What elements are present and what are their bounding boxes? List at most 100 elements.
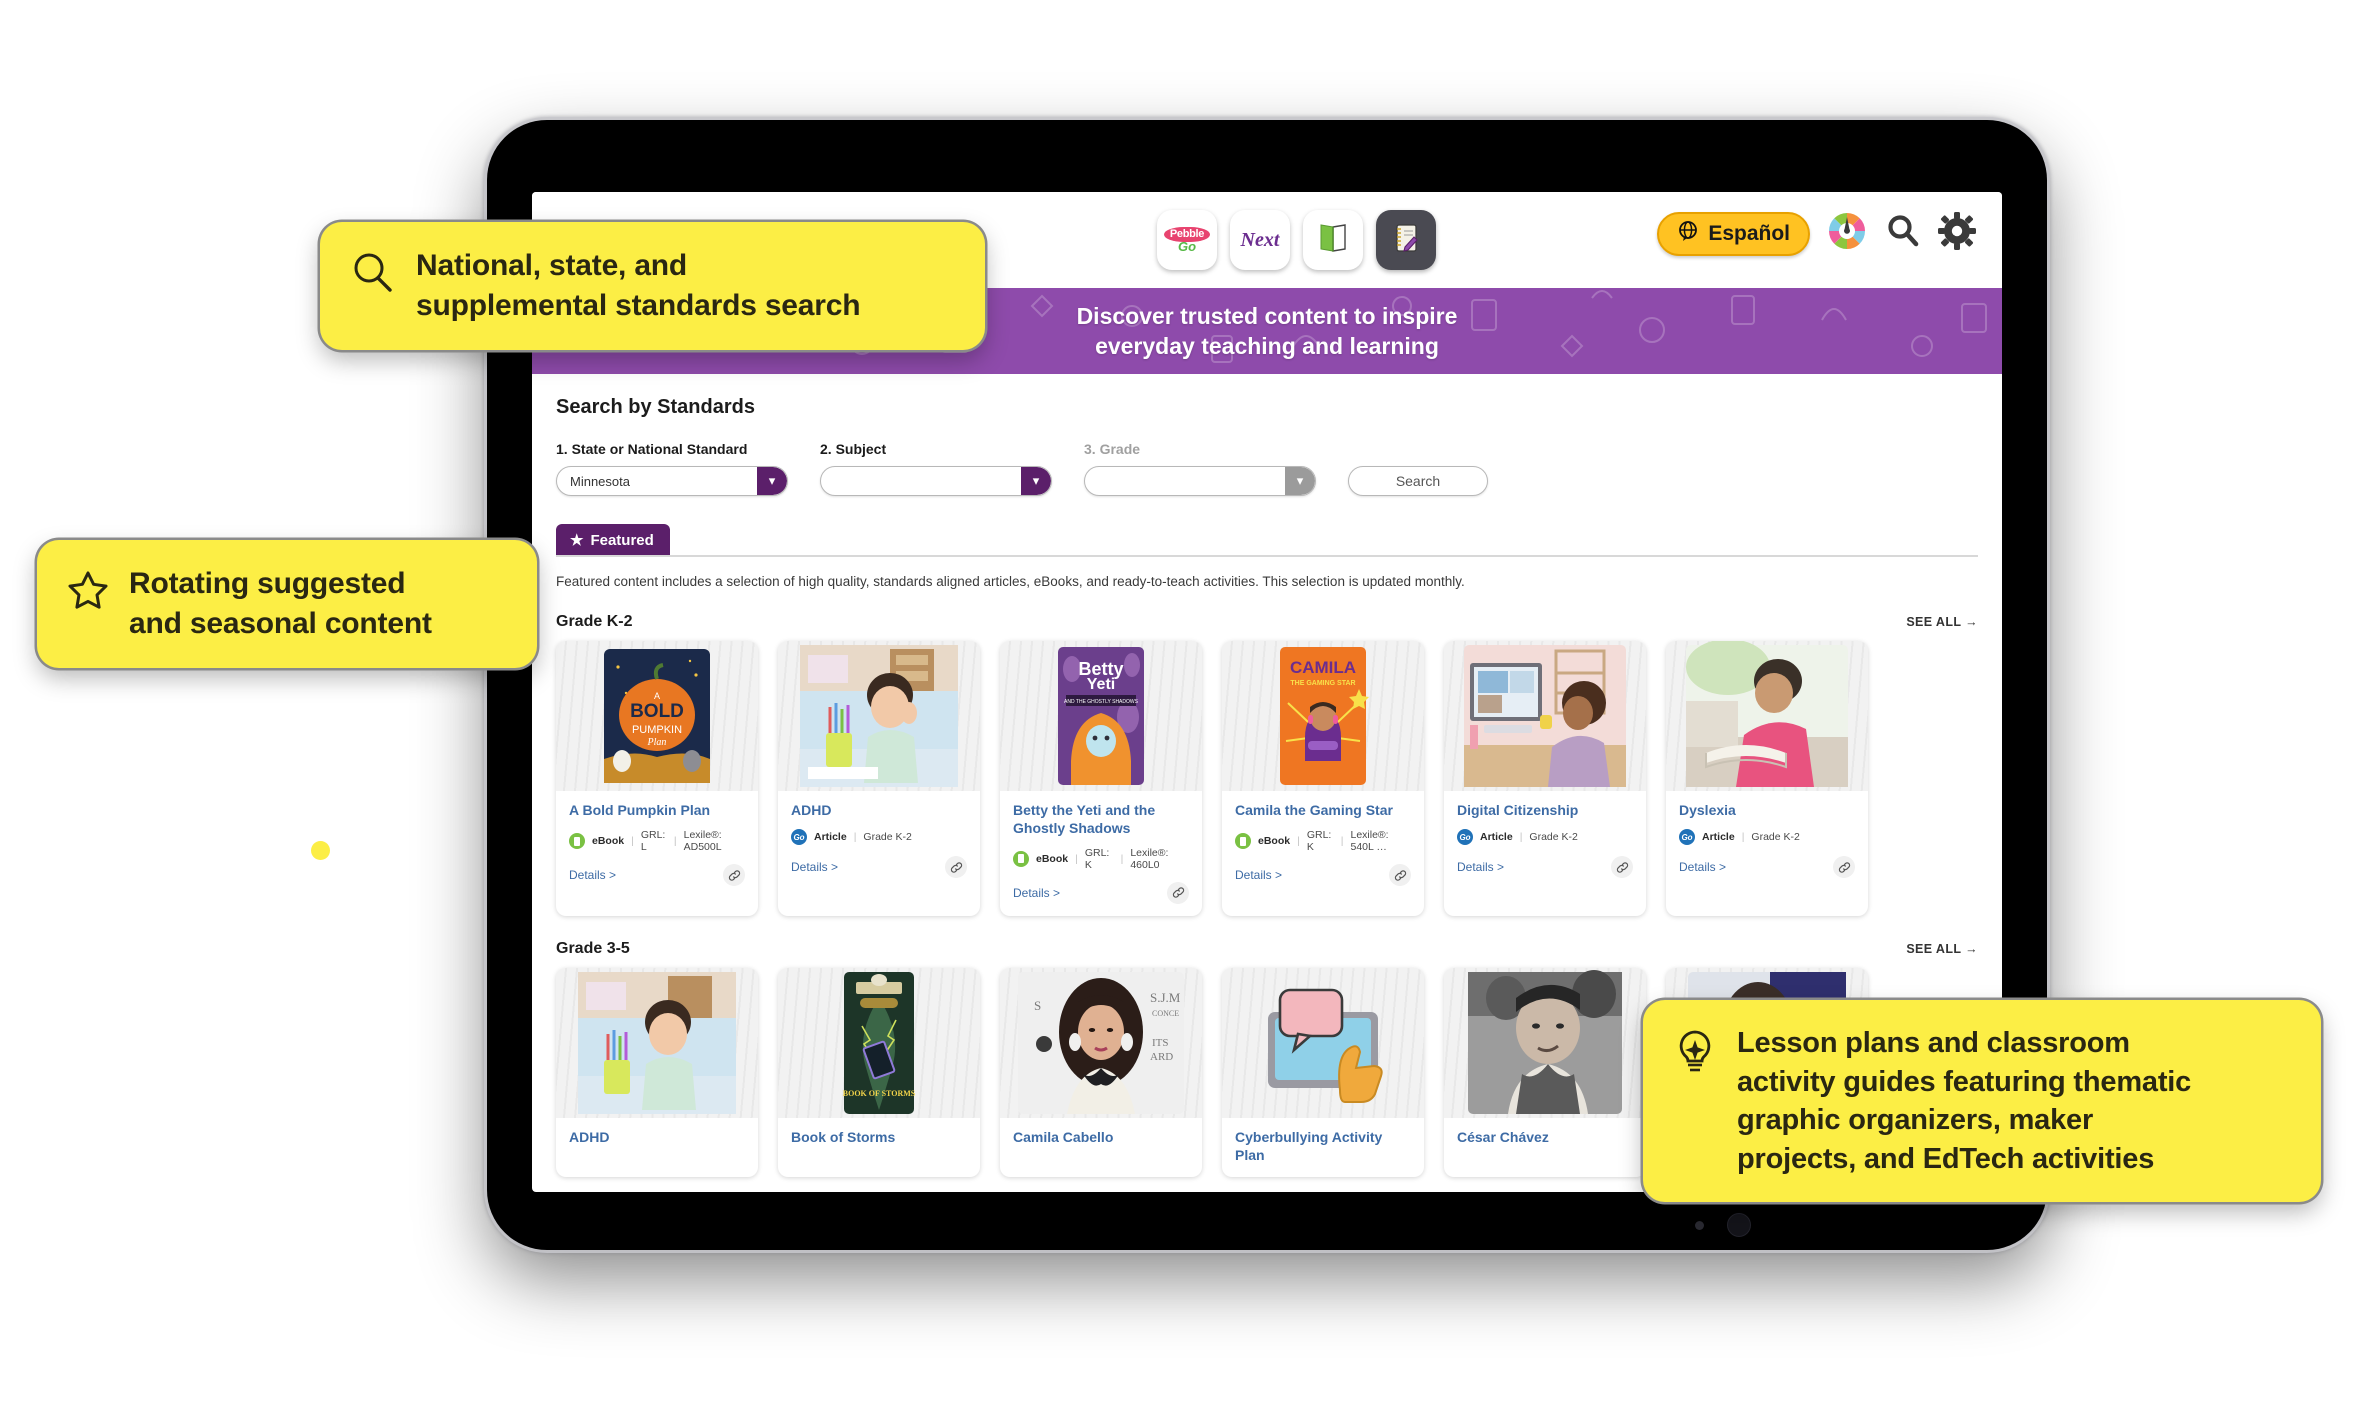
content-card[interactable]: BOOK OF STORMS Book of Storms — [778, 967, 980, 1177]
see-all-link[interactable]: SEE ALL → — [1906, 615, 1978, 629]
card-meta: eBook | GRL: K | Lexile®: 540L … — [1235, 829, 1411, 853]
color-wheel-icon[interactable] — [1826, 210, 1868, 257]
field-state-standard: 1. State or National Standard Minnesota … — [556, 441, 788, 496]
espanol-button[interactable]: Español — [1657, 211, 1810, 256]
tablet-camera-dot — [1695, 1221, 1704, 1230]
go-badge-icon: Go — [1679, 829, 1695, 845]
see-all-link[interactable]: SEE ALL → — [1906, 942, 1978, 956]
meta-separator: | — [1075, 852, 1078, 865]
select-state-standard[interactable]: Minnesota ▾ — [556, 466, 788, 496]
meta-separator: | — [853, 831, 857, 843]
select-subject[interactable]: ▾ — [820, 466, 1052, 496]
card-footer: Details > — [1457, 856, 1633, 878]
link-icon[interactable] — [723, 864, 745, 886]
star-icon — [67, 568, 109, 615]
card-title[interactable]: A Bold Pumpkin Plan — [569, 802, 745, 820]
card-title[interactable]: Camila Cabello — [1013, 1129, 1189, 1147]
content-card[interactable]: CAMILA THE GAMING STAR Camila the Gaming… — [1222, 641, 1424, 916]
link-icon[interactable] — [1167, 881, 1189, 904]
ebook-badge-icon — [569, 833, 585, 849]
girl-at-computer-photo — [1464, 645, 1626, 787]
card-type: eBook — [592, 835, 625, 847]
brand-tile-pebblego[interactable]: Pebble Go — [1157, 210, 1217, 270]
brand-tile-next[interactable]: Next — [1230, 210, 1290, 270]
callout-line: graphic organizers, maker — [1737, 1104, 2094, 1137]
grade-group-k2: Grade K-2 SEE ALL → A BOLD PUMPKIN Plan … — [556, 613, 1978, 916]
card-title[interactable]: Dyslexia — [1679, 802, 1855, 820]
select-grade[interactable]: ▾ — [1084, 466, 1316, 496]
card-body: Cyberbullying Activity Plan — [1222, 1118, 1424, 1177]
callout-standards-search: National, state, and supplemental standa… — [320, 222, 985, 350]
grade-title: Grade K-2 — [556, 613, 633, 630]
details-link[interactable]: Details > — [1013, 886, 1060, 900]
card-title[interactable]: Digital Citizenship — [1457, 802, 1633, 820]
tablet-home-indicator — [1727, 1213, 1751, 1237]
card-title[interactable]: ADHD — [569, 1129, 745, 1147]
search-submit-button[interactable]: Search — [1348, 466, 1488, 496]
hero-line-1: Discover trusted content to inspire — [1076, 302, 1458, 329]
decorative-yellow-dot — [311, 841, 330, 860]
card-meta-1: Grade K-2 — [1751, 831, 1800, 843]
card-meta-1: GRL: L — [640, 829, 666, 853]
card-title[interactable]: César Chávez — [1457, 1129, 1633, 1147]
featured-tab-row: ★ Featured — [556, 524, 1978, 557]
ebook-badge-icon — [1013, 850, 1029, 867]
details-link[interactable]: Details > — [1235, 868, 1282, 882]
gear-icon[interactable] — [1938, 212, 1976, 255]
svg-text:ITS: ITS — [1152, 1037, 1169, 1049]
content-card[interactable]: Cyberbullying Activity Plan — [1222, 967, 1424, 1177]
card-body: Book of Storms — [778, 1118, 980, 1159]
content-card[interactable]: ADHD Go Article | Grade K-2 Details > — [778, 641, 980, 916]
lightbulb-icon — [1673, 1028, 1717, 1081]
details-link[interactable]: Details > — [791, 860, 838, 874]
field-label-state-standard: 1. State or National Standard — [556, 441, 748, 457]
card-type: Article — [1702, 831, 1735, 843]
link-icon[interactable] — [1389, 864, 1411, 886]
svg-text:Yeti: Yeti — [1087, 676, 1115, 693]
tab-featured[interactable]: ★ Featured — [556, 524, 670, 555]
card-title[interactable]: Book of Storms — [791, 1129, 967, 1147]
card-title[interactable]: Cyberbullying Activity Plan — [1235, 1129, 1411, 1165]
link-icon[interactable] — [945, 856, 967, 878]
callout-line: supplemental standards search — [416, 288, 861, 322]
meta-separator: | — [631, 835, 634, 847]
card-type: eBook — [1036, 852, 1069, 865]
card-row-k2: A BOLD PUMPKIN Plan A Bold Pumpkin Plan … — [556, 641, 1978, 916]
go-badge-icon: Go — [791, 829, 807, 845]
card-title[interactable]: Camila the Gaming Star — [1235, 802, 1411, 820]
field-subject: 2. Subject ▾ — [820, 441, 1052, 496]
chevron-down-icon: ▾ — [1285, 467, 1315, 495]
details-link[interactable]: Details > — [569, 868, 616, 882]
svg-text:CAMILA: CAMILA — [1290, 658, 1356, 677]
link-icon[interactable] — [1833, 856, 1855, 878]
betty-yeti-book-cover-art: Betty Yeti AND THE GHOSTLY SHADOWS — [1058, 647, 1144, 785]
details-link[interactable]: Details > — [1679, 860, 1726, 874]
content-card[interactable]: Dyslexia Go Article | Grade K-2 Details … — [1666, 641, 1868, 916]
select-state-standard-value: Minnesota — [570, 473, 630, 489]
svg-text:BOOK OF STORMS: BOOK OF STORMS — [843, 1089, 916, 1098]
card-meta-1: Grade K-2 — [863, 831, 912, 843]
cyberbullying-illustration — [1268, 988, 1383, 1103]
card-title[interactable]: Betty the Yeti and the Ghostly Shadows — [1013, 802, 1189, 838]
search-icon[interactable] — [1884, 212, 1922, 255]
notepad-pencil-icon — [1392, 222, 1420, 259]
content-card[interactable]: Betty Yeti AND THE GHOSTLY SHADOWS Betty… — [1000, 641, 1202, 916]
content-card[interactable]: César Chávez — [1444, 967, 1646, 1177]
brand-tile-notebook[interactable] — [1376, 210, 1436, 270]
card-footer: Details > — [791, 856, 967, 878]
brand-tile-ebooks[interactable] — [1303, 210, 1363, 270]
espanol-label: Español — [1708, 221, 1790, 245]
link-icon[interactable] — [1611, 856, 1633, 878]
content-card[interactable]: S S.J.M CONCE ITS ARD Camila Cabello — [1000, 967, 1202, 1177]
content-card[interactable]: A BOLD PUMPKIN Plan A Bold Pumpkin Plan … — [556, 641, 758, 916]
content-card[interactable]: Digital Citizenship Go Article | Grade K… — [1444, 641, 1646, 916]
details-link[interactable]: Details > — [1457, 860, 1504, 874]
grade-header: Grade K-2 SEE ALL → — [556, 613, 1978, 631]
callout-rotating-content: Rotating suggested and seasonal content — [37, 540, 537, 668]
meta-separator: | — [1297, 835, 1300, 847]
field-label-subject: 2. Subject — [820, 441, 887, 457]
card-title[interactable]: ADHD — [791, 802, 967, 820]
content-card[interactable]: ADHD — [556, 967, 758, 1177]
boy-at-desk-photo — [578, 971, 736, 1114]
card-body: ADHD — [556, 1118, 758, 1159]
